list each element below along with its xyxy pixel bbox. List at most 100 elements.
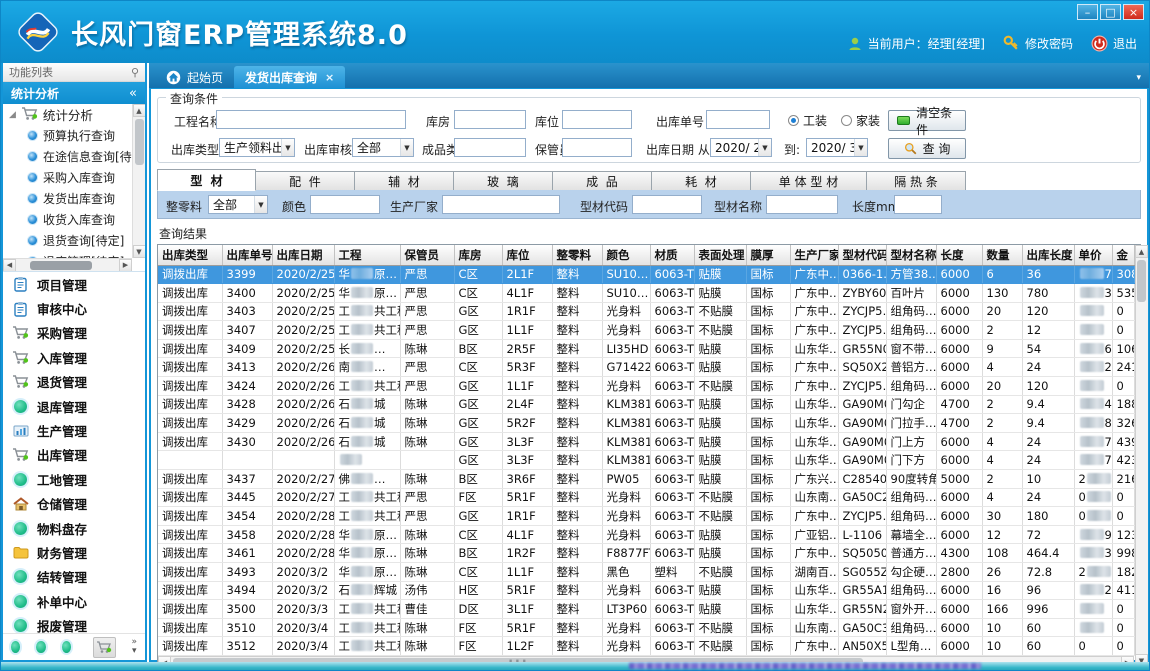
table-row[interactable]: 调拨出库35122020/3/4工共工程陈琳F区1L2F整料光身料6063-T5…: [158, 637, 1134, 656]
tab-shipping-outbound-query[interactable]: 发货出库查询 ×: [234, 66, 345, 88]
keeper-input[interactable]: [562, 138, 632, 157]
close-button[interactable]: ×: [1123, 4, 1144, 20]
sidebar-item-warehouse-mgmt[interactable]: 仓储管理: [3, 492, 145, 516]
tree-item-return-warehouse-query[interactable]: 退库管理[待定]: [3, 251, 132, 258]
table-row[interactable]: 调拨出库34132020/2/26南…严思C区5R3F整料G714226063-…: [158, 358, 1134, 377]
sidebar-item-return-goods-mgmt[interactable]: 退货管理: [3, 370, 145, 394]
tree-item-budget-exec-query[interactable]: 预算执行查询: [3, 125, 132, 146]
column-header-7[interactable]: 整零料: [552, 245, 602, 265]
material-tab-7[interactable]: 隔 热 条: [867, 171, 966, 191]
dot-icon[interactable]: [36, 641, 45, 653]
table-row[interactable]: 调拨出库34942020/3/2石辉城汤伟H区5R1F整料光身料6063-T5贴…: [158, 581, 1134, 600]
column-header-5[interactable]: 库房: [454, 245, 502, 265]
table-row[interactable]: 调拨出库34302020/2/26石城陈琳G区3L3F整料KLM38176063…: [158, 432, 1134, 451]
material-tab-2[interactable]: 辅 材: [355, 171, 454, 191]
sidebar-item-audit-center[interactable]: 审核中心: [3, 296, 145, 320]
material-tab-5[interactable]: 耗 材: [652, 171, 751, 191]
tree-item-receiving-inbound-query[interactable]: 收货入库查询: [3, 209, 132, 230]
table-row[interactable]: 调拨出库34002020/2/25华原…严思C区4L1F整料SU10…6063-…: [158, 284, 1134, 303]
scroll-up-icon[interactable]: ▲: [133, 104, 146, 117]
location-input[interactable]: [562, 110, 632, 129]
table-row[interactable]: 调拨出库34542020/2/28工共工程严思G区1R1F整料光身料6063-T…: [158, 507, 1134, 526]
clear-conditions-button[interactable]: 清空条件: [888, 110, 966, 131]
tree-item-shipping-outbound-query[interactable]: 发货出库查询: [3, 188, 132, 209]
radio-jiazhuang[interactable]: 家装: [841, 112, 880, 129]
scroll-down-icon[interactable]: ▼: [133, 245, 146, 258]
tree-item-in-transit-query[interactable]: 在途信息查询[待: [3, 146, 132, 167]
sidebar-item-production-mgmt[interactable]: 生产管理: [3, 418, 145, 442]
material-tab-0[interactable]: 型 材: [157, 169, 256, 191]
column-header-12[interactable]: 生产厂家: [790, 245, 838, 265]
column-header-3[interactable]: 工程: [334, 245, 400, 265]
manufacturer-input[interactable]: [442, 195, 560, 214]
column-header-6[interactable]: 库位: [502, 245, 552, 265]
sidebar-item-outbound-mgmt[interactable]: 出库管理: [3, 443, 145, 467]
tab-home[interactable]: 起始页: [155, 66, 234, 88]
profile-name-input[interactable]: [766, 195, 838, 214]
tree-root-stats[interactable]: ◢统计分析: [3, 104, 132, 125]
scroll-thumb[interactable]: [135, 119, 144, 165]
length-input[interactable]: [894, 195, 942, 214]
column-header-19[interactable]: 金: [1112, 245, 1134, 265]
search-button[interactable]: 查 询: [888, 138, 966, 159]
product-type-input[interactable]: [454, 138, 526, 157]
table-row[interactable]: 调拨出库35102020/3/4工共工程陈琳F区5R1F整料光身料6063-T5…: [158, 618, 1134, 637]
table-row[interactable]: 调拨出库34032020/2/25工共工程严思G区1R1F整料光身料6063-T…: [158, 302, 1134, 321]
sidebar-item-carryover-mgmt[interactable]: 结转管理: [3, 565, 145, 589]
minimize-button[interactable]: –: [1077, 4, 1098, 20]
dot-icon[interactable]: [11, 641, 20, 653]
table-row[interactable]: 调拨出库34292020/2/26石城陈琳G区5R2F整料KLM38176063…: [158, 414, 1134, 433]
table-row[interactable]: 调拨出库34072020/2/25工共工程严思G区1L1F整料光身料6063-T…: [158, 321, 1134, 340]
tab-close-icon[interactable]: ×: [325, 71, 334, 84]
column-header-16[interactable]: 数量: [982, 245, 1022, 265]
table-row[interactable]: 调拨出库34452020/2/27工共工程严思F区5R1F整料光身料6063-T…: [158, 488, 1134, 507]
project-name-input[interactable]: [216, 110, 406, 129]
sidebar-item-return-warehouse-mgmt[interactable]: 退库管理: [3, 394, 145, 418]
scroll-thumb[interactable]: [1137, 260, 1146, 302]
tree-vertical-scrollbar[interactable]: ▲ ▼: [132, 104, 145, 258]
profile-code-input[interactable]: [632, 195, 702, 214]
date-to-select[interactable]: 2020/ 3/16▼: [806, 138, 868, 157]
column-header-17[interactable]: 出库长度: [1022, 245, 1074, 265]
table-row[interactable]: 调拨出库34932020/3/2华原…陈琳C区1L1F整料黑色塑料不贴膜国标湖南…: [158, 563, 1134, 582]
column-header-10[interactable]: 表面处理: [694, 245, 746, 265]
outbound-no-input[interactable]: [706, 110, 770, 129]
scroll-left-icon[interactable]: ◀: [3, 259, 16, 272]
tabbar-caret-icon[interactable]: ▾: [1136, 73, 1141, 83]
table-row[interactable]: 调拨出库34372020/2/27佛…陈琳B区3R6F整料PW056063-T5…: [158, 470, 1134, 489]
sidebar-item-supplement-center[interactable]: 补单中心: [3, 589, 145, 613]
dot-icon[interactable]: [62, 641, 71, 653]
tree-item-return-goods-query[interactable]: 退货查询[待定]: [3, 230, 132, 251]
scroll-thumb[interactable]: [30, 261, 92, 270]
column-header-14[interactable]: 型材名称: [886, 245, 936, 265]
collapse-icon[interactable]: «: [129, 86, 137, 101]
table-row[interactable]: 调拨出库35002020/3/3工共工程曹佳D区3L1F整料LT3P606063…: [158, 600, 1134, 619]
more-chevron-icon[interactable]: »▾: [132, 638, 138, 656]
scroll-right-icon[interactable]: ▶: [119, 259, 132, 272]
column-header-2[interactable]: 出库日期: [272, 245, 334, 265]
column-header-8[interactable]: 颜色: [602, 245, 650, 265]
sidebar-item-purchase-mgmt[interactable]: 采购管理: [3, 321, 145, 345]
change-password-button[interactable]: 修改密码: [1003, 35, 1073, 52]
column-header-11[interactable]: 膜厚: [746, 245, 790, 265]
sidebar-item-finance-mgmt[interactable]: 财务管理: [3, 540, 145, 564]
table-row[interactable]: 调拨出库34282020/2/26石城陈琳G区2L4F整料KLM38176063…: [158, 395, 1134, 414]
column-header-1[interactable]: 出库单号: [222, 245, 272, 265]
table-row[interactable]: 调拨出库34092020/2/25长…陈琳B区2R5F整料LI35HD6063-…: [158, 339, 1134, 358]
cart-button[interactable]: [93, 637, 115, 658]
table-row[interactable]: 调拨出库34612020/2/28华原…陈琳B区1R2F整料F8877FT606…: [158, 544, 1134, 563]
table-row[interactable]: G区3L3F整料KLM38176063-T5贴膜国标山东华…GA90M09.门下…: [158, 451, 1134, 470]
column-header-0[interactable]: 出库类型: [158, 245, 222, 265]
tree-expander-icon[interactable]: ◢: [9, 110, 16, 120]
warehouse-input[interactable]: [454, 110, 526, 129]
radio-gongzhuang[interactable]: 工装: [788, 112, 827, 129]
sidebar-item-material-inventory[interactable]: 物料盘存: [3, 516, 145, 540]
sidebar-item-site-mgmt[interactable]: 工地管理: [3, 467, 145, 491]
sidebar-item-project-mgmt[interactable]: 项目管理: [3, 272, 145, 296]
column-header-18[interactable]: 单价: [1074, 245, 1112, 265]
material-tab-3[interactable]: 玻 璃: [454, 171, 553, 191]
column-header-13[interactable]: 型材代码: [838, 245, 886, 265]
outbound-audit-select[interactable]: 全部▼: [352, 138, 414, 157]
outbound-type-select[interactable]: 生产领料出库▼: [219, 138, 295, 157]
sidebar-item-inbound-mgmt[interactable]: 入库管理: [3, 345, 145, 369]
